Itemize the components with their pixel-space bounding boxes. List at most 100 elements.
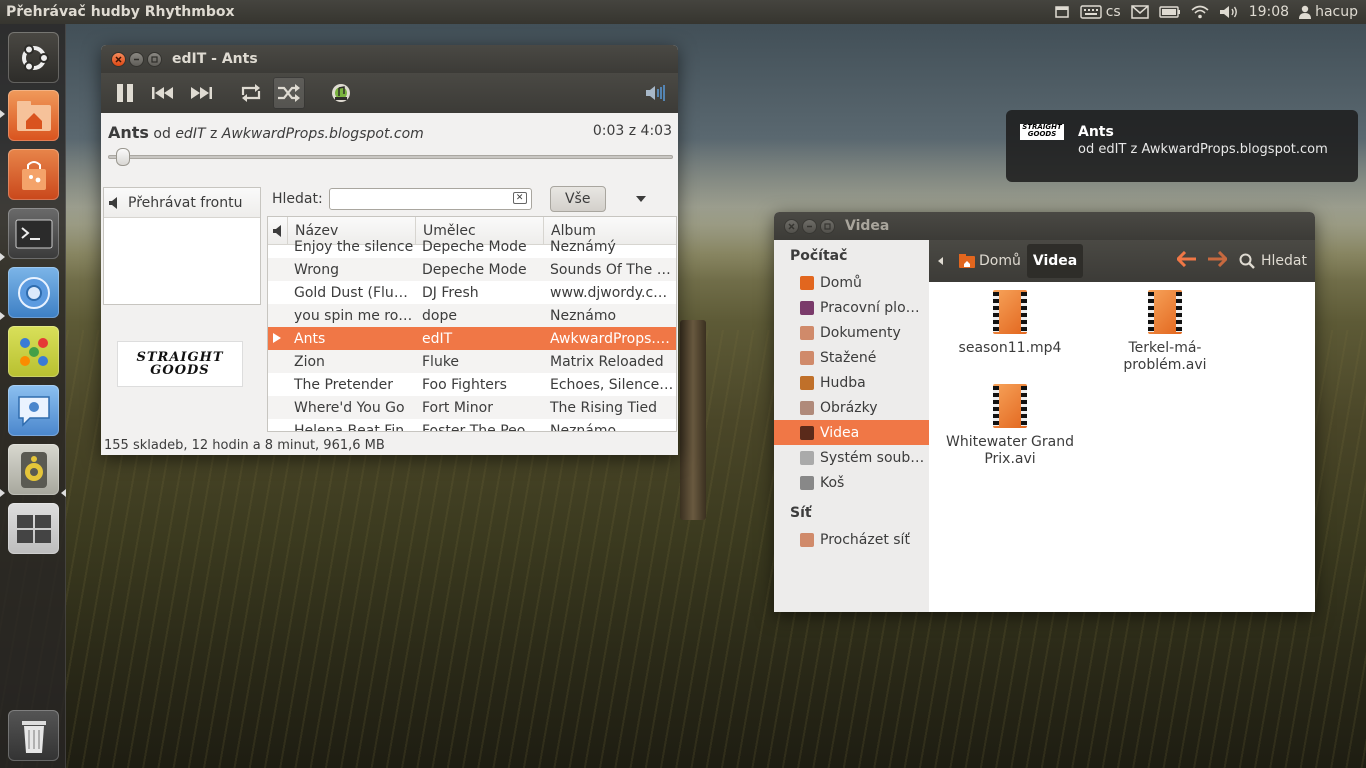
close-button[interactable] [784, 218, 799, 234]
minimize-button[interactable] [802, 218, 817, 234]
active-app-title[interactable]: Přehrávač hudby Rhythmbox [0, 4, 235, 20]
user-indicator[interactable]: hacup [1299, 4, 1358, 20]
close-button[interactable] [111, 51, 126, 67]
places-sidebar: Počítač Domů Pracovní plo… Dokumenty Stažen… [774, 240, 929, 612]
chromium-launcher[interactable] [8, 267, 59, 318]
shuffle-toggle[interactable] [273, 77, 305, 109]
table-row[interactable]: Zion Fluke Matrix Reloaded [268, 350, 676, 373]
shopping-bag-icon [21, 160, 46, 190]
volume-button[interactable] [640, 77, 672, 109]
terminal-launcher[interactable] [8, 208, 59, 259]
back-button[interactable] [1175, 250, 1197, 271]
table-row[interactable]: Ants edIT AwkwardProps.… [268, 327, 676, 350]
table-row[interactable]: Helena Beat Fin Foster The Peo Neznámo [268, 419, 676, 432]
play-indicator-icon [268, 331, 288, 347]
window-indicator[interactable] [1054, 4, 1070, 20]
breadcrumb-current[interactable]: Videa [1026, 244, 1084, 278]
forward-button[interactable] [1207, 250, 1229, 271]
track-album: www.djwordy.c… [550, 284, 668, 301]
track-album: Sounds Of The … [550, 261, 671, 278]
top-panel: Přehrávač hudby Rhythmbox cs 19:08 hacup [0, 0, 1366, 24]
track-album: AwkwardProps.… [550, 330, 670, 347]
search-input[interactable]: ✕ [328, 188, 532, 210]
software-center-launcher[interactable] [8, 149, 59, 200]
skip-forward-icon [191, 87, 212, 99]
skip-back-icon [152, 87, 173, 99]
previous-button[interactable] [147, 77, 179, 109]
table-row[interactable]: Enjoy the silence Depeche Mode Neznámý [268, 235, 676, 258]
game-launcher[interactable] [8, 326, 59, 377]
keyboard-indicator[interactable]: cs [1080, 4, 1121, 20]
maximize-button[interactable] [820, 218, 835, 234]
sidebar-item[interactable]: Videa [774, 420, 929, 445]
minimize-button[interactable] [129, 51, 144, 67]
visualization-button[interactable] [325, 77, 357, 109]
search-button[interactable]: Hledat [1239, 253, 1307, 269]
track-list: Název Umělec Album Enjoy the silence Depe… [267, 216, 677, 432]
track-title: Ants [294, 330, 326, 347]
sidebar-item-label: Koš [820, 474, 845, 491]
trash-launcher[interactable] [8, 710, 59, 761]
wallpaper-fence-post [680, 320, 706, 520]
notification-bubble: STRAIGHT GOODS Ants od edIT z AwkwardPro… [1006, 110, 1358, 182]
messaging-indicator[interactable] [1130, 5, 1149, 19]
seek-handle[interactable] [116, 148, 130, 166]
search-icon [1239, 253, 1255, 269]
maximize-button[interactable] [147, 51, 162, 67]
files-titlebar[interactable]: Videa [774, 212, 1315, 240]
sidebar-item-label: Dokumenty [820, 324, 901, 341]
sidebar-item[interactable]: Stažené [774, 345, 929, 370]
running-indicator [0, 312, 5, 320]
table-row[interactable]: Gold Dust (Flux … DJ Fresh www.djwordy.c… [268, 281, 676, 304]
sidebar-item[interactable]: Koš [774, 470, 929, 495]
envelope-icon [1130, 5, 1149, 19]
sidebar-item[interactable]: Systém soub… [774, 445, 929, 470]
table-row[interactable]: you spin me rou… dope Neznámo [268, 304, 676, 327]
table-row[interactable]: Wrong Depeche Mode Sounds Of The … [268, 258, 676, 281]
file-item[interactable]: Terkel-má-problém.avi [1095, 290, 1235, 374]
table-row[interactable]: Where'd You Go Fort Minor The Rising Tied [268, 396, 676, 419]
path-scroll-left-button[interactable] [929, 257, 953, 265]
sound-indicator[interactable] [1219, 5, 1239, 19]
chevron-down-icon[interactable] [635, 196, 646, 202]
downloads-folder-icon [800, 350, 814, 365]
breadcrumb-home[interactable]: Domů [953, 244, 1027, 278]
sidebar-item[interactable]: Obrázky [774, 395, 929, 420]
sidebar-item[interactable]: Procházet síť [774, 527, 929, 552]
music-visualizer-icon [332, 84, 350, 102]
home-folder-icon [959, 254, 975, 268]
track-album: Neznámo [550, 422, 617, 432]
battery-indicator[interactable] [1159, 5, 1181, 19]
trash-icon [800, 475, 814, 490]
terminal-icon [15, 219, 52, 248]
dash-home-button[interactable] [8, 32, 59, 83]
sidebar-item[interactable]: Hudba [774, 370, 929, 395]
repeat-toggle[interactable] [235, 77, 267, 109]
empathy-launcher[interactable] [8, 385, 59, 436]
sidebar-item[interactable]: Dokumenty [774, 320, 929, 345]
workspace-switcher-launcher[interactable] [8, 503, 59, 554]
playback-time: 0:03 z 4:03 [592, 123, 672, 139]
clock[interactable]: 19:08 [1249, 4, 1289, 20]
sidebar-item[interactable]: Domů [774, 270, 929, 295]
next-button[interactable] [185, 77, 217, 109]
seek-bar[interactable] [108, 148, 673, 166]
file-name: Terkel-má-problém.avi [1123, 340, 1207, 373]
now-playing-header: Ants od edIT z AwkwardProps.blogspot.com… [101, 113, 678, 166]
file-item[interactable]: Whitewater Grand Prix.avi [940, 384, 1080, 468]
folder-home-icon [16, 100, 51, 131]
sidebar-item[interactable]: Pracovní plo… [774, 295, 929, 320]
pause-button[interactable] [109, 77, 141, 109]
window-title: edIT - Ants [172, 51, 258, 67]
filter-all-button[interactable]: Vše [549, 186, 606, 212]
clear-search-icon[interactable]: ✕ [512, 192, 527, 204]
network-indicator[interactable] [1191, 5, 1209, 19]
queue-header[interactable]: Přehrávat frontu [104, 188, 260, 218]
user-icon [1299, 5, 1312, 19]
file-item[interactable]: season11.mp4 [940, 290, 1080, 357]
sidebar-item-label: Pracovní plo… [820, 299, 920, 316]
rhythmbox-launcher[interactable] [8, 444, 59, 495]
home-folder-launcher[interactable] [8, 90, 59, 141]
rhythmbox-titlebar[interactable]: edIT - Ants [101, 45, 678, 73]
table-row[interactable]: The Pretender Foo Fighters Echoes, Silence… [268, 373, 676, 396]
